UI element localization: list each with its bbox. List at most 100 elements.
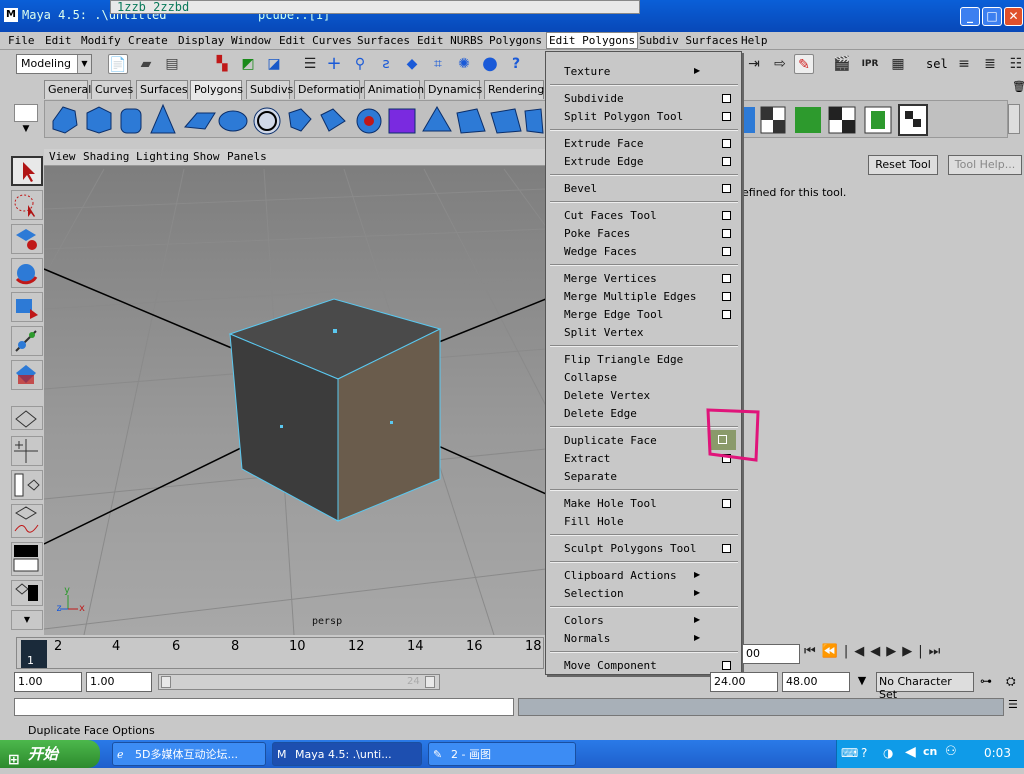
menu-help[interactable]: Help <box>741 34 768 47</box>
new-scene-icon[interactable]: 📄 <box>108 54 128 74</box>
option-box-icon[interactable] <box>722 94 731 103</box>
render-current-frame-icon[interactable]: 🎬 <box>832 54 852 74</box>
range-slider-start-handle[interactable] <box>161 676 171 688</box>
menu-item-make-hole-tool[interactable]: Make Hole Tool <box>564 497 657 510</box>
menu-item-merge-vertices[interactable]: Merge Vertices <box>564 272 657 285</box>
option-box-icon[interactable] <box>722 247 731 256</box>
script-editor-icon[interactable]: ☰ <box>1008 698 1024 716</box>
mode-select[interactable]: Modeling ▼ <box>16 54 92 74</box>
time-slider[interactable]: 1 <box>16 637 544 669</box>
option-box-icon[interactable] <box>722 499 731 508</box>
render-layout-icon[interactable] <box>11 580 43 606</box>
snap-view-icon[interactable]: ⇨ <box>770 54 790 74</box>
go-to-start-icon[interactable]: ⏮ <box>804 644 822 659</box>
menu-item-delete-vertex[interactable]: Delete Vertex <box>564 389 650 402</box>
joints-icon[interactable]: ⚲ <box>350 54 370 74</box>
start-time-field[interactable]: 1.00 <box>14 672 82 692</box>
open-scene-icon[interactable]: ▰ <box>136 54 156 74</box>
menu-item-subdivide[interactable]: Subdivide <box>564 92 624 105</box>
current-frame-field[interactable]: 00 <box>742 644 800 664</box>
step-forward-frame-icon[interactable]: ▶| <box>902 644 928 659</box>
range-slider[interactable]: 24 <box>158 674 440 690</box>
surfaces-icon[interactable]: ◆ <box>402 54 422 74</box>
panel-menu-show[interactable]: Show <box>193 150 220 163</box>
last-tool-icon[interactable] <box>11 360 43 390</box>
four-pane-layout-icon[interactable] <box>11 436 43 466</box>
rotate-tool-icon[interactable] <box>11 258 43 288</box>
option-box-icon[interactable] <box>722 310 731 319</box>
menu-create[interactable]: Create <box>128 34 168 47</box>
show-channel-box-icon[interactable]: ☷ <box>1006 54 1024 74</box>
keyboard-icon[interactable]: ⌨ <box>841 746 858 760</box>
menu-item-extrude-face[interactable]: Extrude Face <box>564 137 643 150</box>
move-tool-icon[interactable] <box>11 224 43 254</box>
deformations-icon[interactable]: ⌗ <box>428 54 448 74</box>
panel-menu-shading[interactable]: Shading <box>83 150 129 163</box>
menu-edit-polygons[interactable]: Edit Polygons <box>546 32 639 49</box>
tab-animation[interactable]: Animation <box>364 80 424 99</box>
option-box-icon[interactable] <box>722 184 731 193</box>
menu-item-flip-triangle-edge[interactable]: Flip Triangle Edge <box>564 353 683 366</box>
menu-item-poke-faces[interactable]: Poke Faces <box>564 227 630 240</box>
menu-item-selection[interactable]: Selection <box>564 587 624 600</box>
single-pane-layout-icon[interactable] <box>11 406 43 430</box>
menu-surfaces[interactable]: Surfaces <box>357 34 410 47</box>
lasso-tool-icon[interactable] <box>11 190 43 220</box>
menu-item-merge-multiple-edges[interactable]: Merge Multiple Edges <box>564 290 696 303</box>
tool-help-button[interactable]: Tool Help... <box>948 155 1022 175</box>
close-button[interactable]: ✕ <box>1004 7 1023 26</box>
maximize-button[interactable]: □ <box>982 7 1002 26</box>
taskbar-item-forum[interactable]: ℯ 5D多媒体互动论坛... <box>112 742 266 766</box>
curves-icon[interactable]: ꙅ <box>376 54 396 74</box>
menu-file[interactable]: File <box>8 34 35 47</box>
option-box-icon[interactable] <box>722 661 731 670</box>
menu-item-split-vertex[interactable]: Split Vertex <box>564 326 643 339</box>
menu-edit-nurbs[interactable]: Edit NURBS <box>417 34 483 47</box>
select-hierarchy-icon[interactable]: ▚ <box>212 54 232 74</box>
menu-item-normals[interactable]: Normals <box>564 632 610 645</box>
end-time-field[interactable]: 48.00 <box>782 672 850 692</box>
option-box-icon[interactable] <box>722 292 731 301</box>
chevron-down-icon[interactable]: ▼ <box>852 674 872 692</box>
show-attribute-editor-icon[interactable]: ≡ <box>954 54 974 74</box>
range-slider-end-handle[interactable] <box>425 676 435 688</box>
menu-item-separate[interactable]: Separate <box>564 470 617 483</box>
perspective-viewport[interactable] <box>44 149 546 635</box>
rendering-icon[interactable]: ● <box>480 54 500 74</box>
history-icon[interactable]: ✎ <box>794 54 814 74</box>
select-object-icon[interactable]: ◩ <box>238 54 258 74</box>
option-box-icon[interactable] <box>722 211 731 220</box>
scale-tool-icon[interactable] <box>11 292 43 322</box>
tab-dynamics[interactable]: Dynamics <box>424 80 482 99</box>
taskbar-item-maya[interactable]: M Maya 4.5: .\unti... <box>272 742 422 766</box>
step-back-frame-icon[interactable]: |◀ <box>844 644 870 659</box>
playback-end-field[interactable]: 24.00 <box>710 672 778 692</box>
menu-window[interactable]: Window <box>231 34 271 47</box>
step-back-key-icon[interactable]: ⏪ <box>822 644 844 659</box>
animation-prefs-icon[interactable]: ⛭ <box>1006 674 1024 690</box>
menu-item-duplicate-face[interactable]: Duplicate Face <box>564 434 657 447</box>
menu-subdiv-surfaces[interactable]: Subdiv Surfaces <box>639 34 738 47</box>
play-backward-icon[interactable]: ◀ <box>870 644 886 659</box>
tab-deformation[interactable]: Deformation <box>294 80 367 99</box>
render-globals-icon[interactable]: ▦ <box>888 54 908 74</box>
minimize-button[interactable]: _ <box>960 7 980 26</box>
panel-menu-view[interactable]: View <box>49 150 76 163</box>
trash-icon[interactable]: 🗑 <box>1012 80 1024 94</box>
help-query-icon[interactable]: ? <box>506 54 526 74</box>
manipulator-tool-icon[interactable] <box>11 326 43 356</box>
hypershade-layout-icon[interactable] <box>11 542 43 576</box>
option-box-icon[interactable] <box>722 544 731 553</box>
menu-modify[interactable]: Modify <box>81 34 121 47</box>
show-tool-settings-icon[interactable]: ≣ <box>980 54 1000 74</box>
reset-tool-button[interactable]: Reset Tool <box>868 155 938 175</box>
menu-item-split-polygon-tool[interactable]: Split Polygon Tool <box>564 110 683 123</box>
tab-polygons[interactable]: Polygons <box>190 80 243 100</box>
shelf-menu-button[interactable] <box>14 104 38 122</box>
graph-layout-icon[interactable] <box>11 504 43 538</box>
dynamics-icon[interactable]: ✺ <box>454 54 474 74</box>
select-by-type-icon[interactable]: ☰ <box>300 54 320 74</box>
menu-item-colors[interactable]: Colors <box>564 614 604 627</box>
menu-item-sculpt-polygons-tool[interactable]: Sculpt Polygons Tool <box>564 542 696 555</box>
select-component-icon[interactable]: ◪ <box>264 54 284 74</box>
